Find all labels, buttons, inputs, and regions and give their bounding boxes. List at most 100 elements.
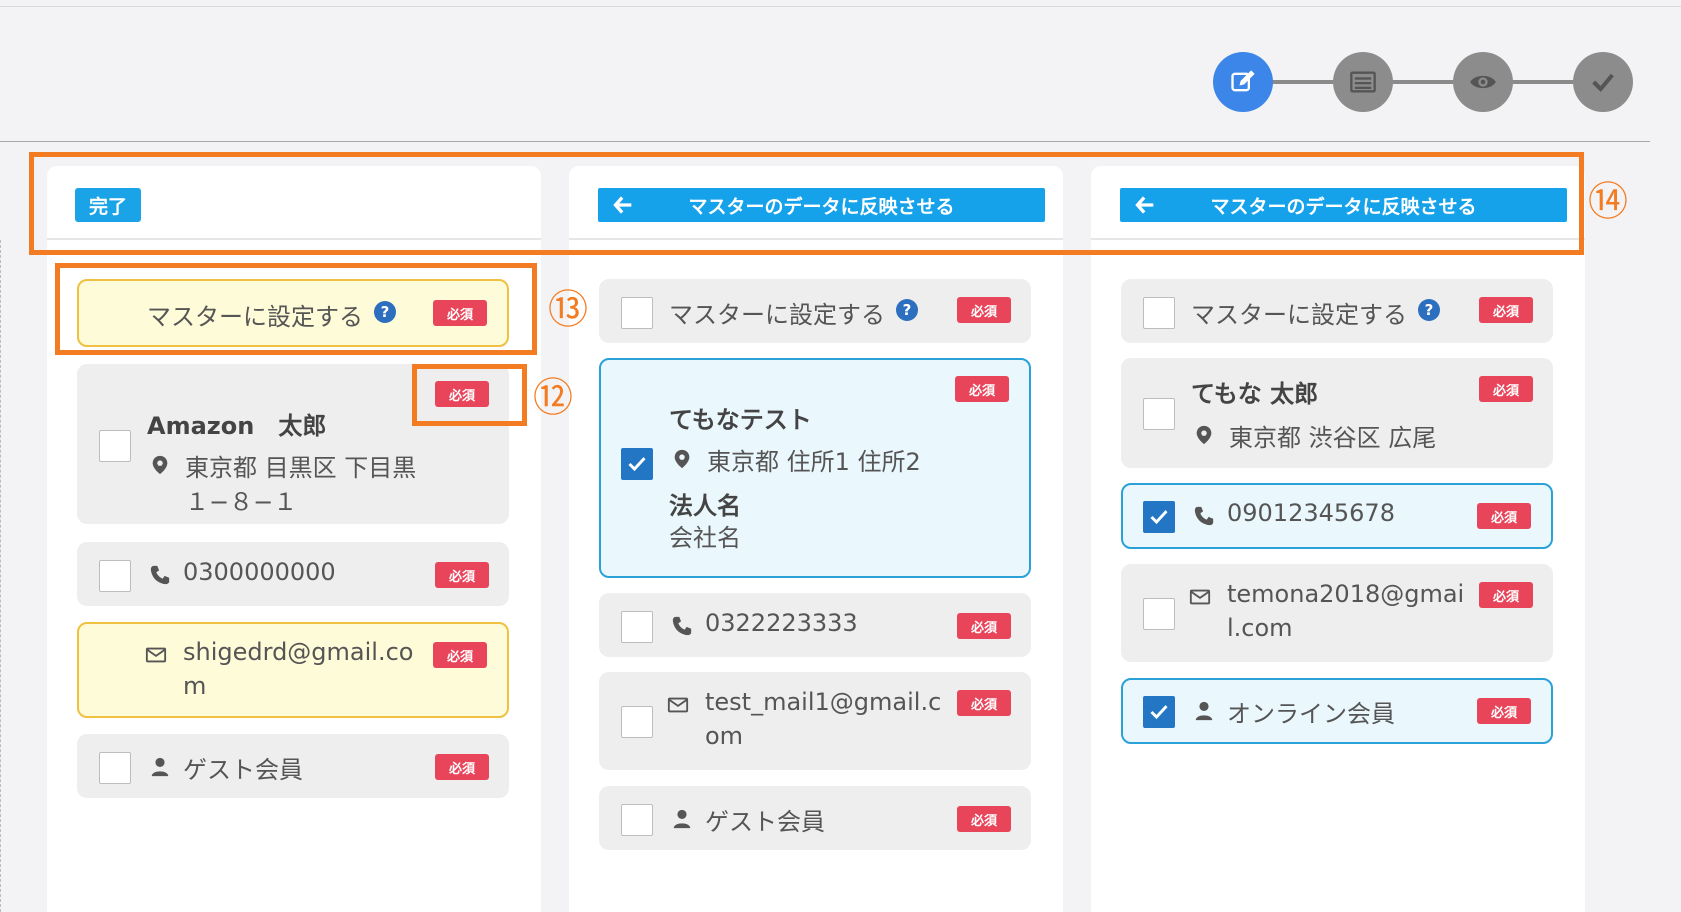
- annotation-number-14: ⑭: [1588, 179, 1628, 225]
- column-candidate-1: マスターのデータに反映させる マスターに設定する ? 必須 必須 てもなテスト …: [569, 166, 1063, 912]
- required-badge: 必須: [1479, 582, 1533, 608]
- master-checkbox[interactable]: [621, 297, 653, 329]
- address-line2: １−８−１: [185, 488, 298, 516]
- address-name: てもな 太郎: [1191, 380, 1319, 408]
- address-line1: 東京都 渋谷区 広尾: [1229, 424, 1437, 452]
- required-badge: 必須: [435, 754, 489, 780]
- email-line2: l.com: [1227, 614, 1293, 642]
- step-edit[interactable]: [1213, 52, 1273, 112]
- map-pin-icon: [674, 449, 690, 469]
- step-preview[interactable]: [1453, 52, 1513, 112]
- master-setting-row[interactable]: マスターに設定する ? 必須: [599, 279, 1031, 343]
- master-setting-label: マスターに設定する: [669, 301, 885, 329]
- check-icon: [1150, 510, 1168, 525]
- email-checkbox[interactable]: [621, 706, 653, 738]
- email-card[interactable]: shigedrd@gmail.co m 必須: [77, 622, 509, 718]
- phone-card[interactable]: 0322223333 必須: [599, 593, 1031, 657]
- phone-card[interactable]: 09012345678 必須: [1121, 483, 1553, 549]
- help-icon[interactable]: ?: [1418, 299, 1440, 321]
- address-line1: 東京都 住所1 住所2: [707, 448, 921, 476]
- master-setting-row[interactable]: マスターに設定する ? 必須: [1121, 279, 1553, 343]
- edit-icon: [1231, 70, 1255, 92]
- progress-stepper: [1213, 52, 1633, 112]
- member-checkbox[interactable]: [621, 804, 653, 836]
- address-name: Amazon 太郎: [147, 412, 327, 440]
- phone-checkbox[interactable]: [621, 611, 653, 643]
- check-icon: [628, 457, 646, 472]
- address-card[interactable]: 必須 てもなテスト 東京都 住所1 住所2 法人名 会社名: [599, 358, 1031, 578]
- member-type: オンライン会員: [1227, 700, 1395, 728]
- master-setting-label: マスターに設定する: [1191, 301, 1407, 329]
- required-badge: 必須: [957, 297, 1011, 323]
- required-badge: 必須: [955, 376, 1009, 402]
- email-line1: test_mail1@gmail.c: [705, 688, 942, 716]
- phone-icon: [150, 565, 170, 585]
- left-dashed-border: [0, 240, 1, 912]
- email-line1: temona2018@gmai: [1227, 580, 1465, 608]
- address-checkbox[interactable]: [1143, 398, 1175, 430]
- check-icon: [1150, 705, 1168, 720]
- member-type: ゲスト会員: [705, 808, 825, 836]
- help-icon[interactable]: ?: [896, 299, 918, 321]
- list-icon: [1350, 71, 1376, 93]
- phone-checkbox[interactable]: [99, 560, 131, 592]
- required-badge: 必須: [1479, 297, 1533, 323]
- address-checkbox[interactable]: [621, 448, 653, 480]
- user-icon: [151, 757, 169, 777]
- member-checkbox[interactable]: [1143, 696, 1175, 728]
- required-badge: 必須: [435, 562, 489, 588]
- address-card[interactable]: てもな 太郎 必須 東京都 渋谷区 広尾: [1121, 358, 1553, 468]
- phone-number: 0322223333: [705, 609, 858, 637]
- annotation-number-13: ⑬: [548, 287, 588, 333]
- phone-number: 0300000000: [183, 558, 336, 586]
- top-divider: [0, 6, 1681, 7]
- required-badge: 必須: [957, 613, 1011, 639]
- member-checkbox[interactable]: [99, 752, 131, 784]
- email-card[interactable]: temona2018@gmai l.com 必須: [1121, 564, 1553, 662]
- email-line2: om: [705, 722, 744, 750]
- email-checkbox[interactable]: [1143, 598, 1175, 630]
- email-line2: m: [183, 672, 207, 700]
- header-divider: [0, 141, 1650, 142]
- eye-icon: [1470, 75, 1496, 89]
- phone-checkbox[interactable]: [1143, 501, 1175, 533]
- member-card[interactable]: ゲスト会員 必須: [599, 786, 1031, 850]
- address-checkbox[interactable]: [99, 430, 131, 462]
- stepper-line: [1243, 80, 1603, 84]
- required-badge: 必須: [1477, 503, 1531, 529]
- required-badge: 必須: [957, 806, 1011, 832]
- check-icon: [1592, 73, 1614, 93]
- master-checkbox[interactable]: [1143, 297, 1175, 329]
- member-card[interactable]: オンライン会員 必須: [1121, 678, 1553, 744]
- phone-icon: [1194, 506, 1214, 526]
- address-line1: 東京都 目黒区 下目黒: [185, 454, 417, 482]
- phone-number: 09012345678: [1227, 499, 1395, 527]
- user-icon: [673, 809, 691, 829]
- email-card[interactable]: test_mail1@gmail.c om 必須: [599, 672, 1031, 770]
- phone-icon: [672, 616, 692, 636]
- mail-icon: [1189, 589, 1211, 605]
- corp-value: 会社名: [669, 524, 741, 552]
- required-badge: 必須: [1477, 698, 1531, 724]
- annotation-box-12: [412, 364, 527, 426]
- annotation-box-13: [55, 263, 537, 355]
- mail-icon: [667, 697, 689, 713]
- step-list[interactable]: [1333, 52, 1393, 112]
- map-pin-icon: [152, 455, 168, 475]
- phone-card[interactable]: 0300000000 必須: [77, 542, 509, 606]
- annotation-number-12: ⑫: [533, 375, 573, 421]
- email-line1: shigedrd@gmail.co: [183, 638, 414, 666]
- required-badge: 必須: [433, 642, 487, 668]
- annotation-box-14: [29, 152, 1584, 255]
- required-badge: 必須: [1479, 376, 1533, 402]
- mail-icon: [145, 647, 167, 663]
- map-pin-icon: [1196, 425, 1212, 445]
- member-card[interactable]: ゲスト会員 必須: [77, 734, 509, 798]
- required-badge: 必須: [957, 690, 1011, 716]
- step-complete[interactable]: [1573, 52, 1633, 112]
- column-candidate-2: マスターのデータに反映させる マスターに設定する ? 必須 てもな 太郎 必須 …: [1091, 166, 1585, 912]
- corp-label: 法人名: [669, 492, 741, 520]
- address-name: てもなテスト: [669, 406, 812, 434]
- user-icon: [1195, 701, 1213, 721]
- member-type: ゲスト会員: [183, 756, 303, 784]
